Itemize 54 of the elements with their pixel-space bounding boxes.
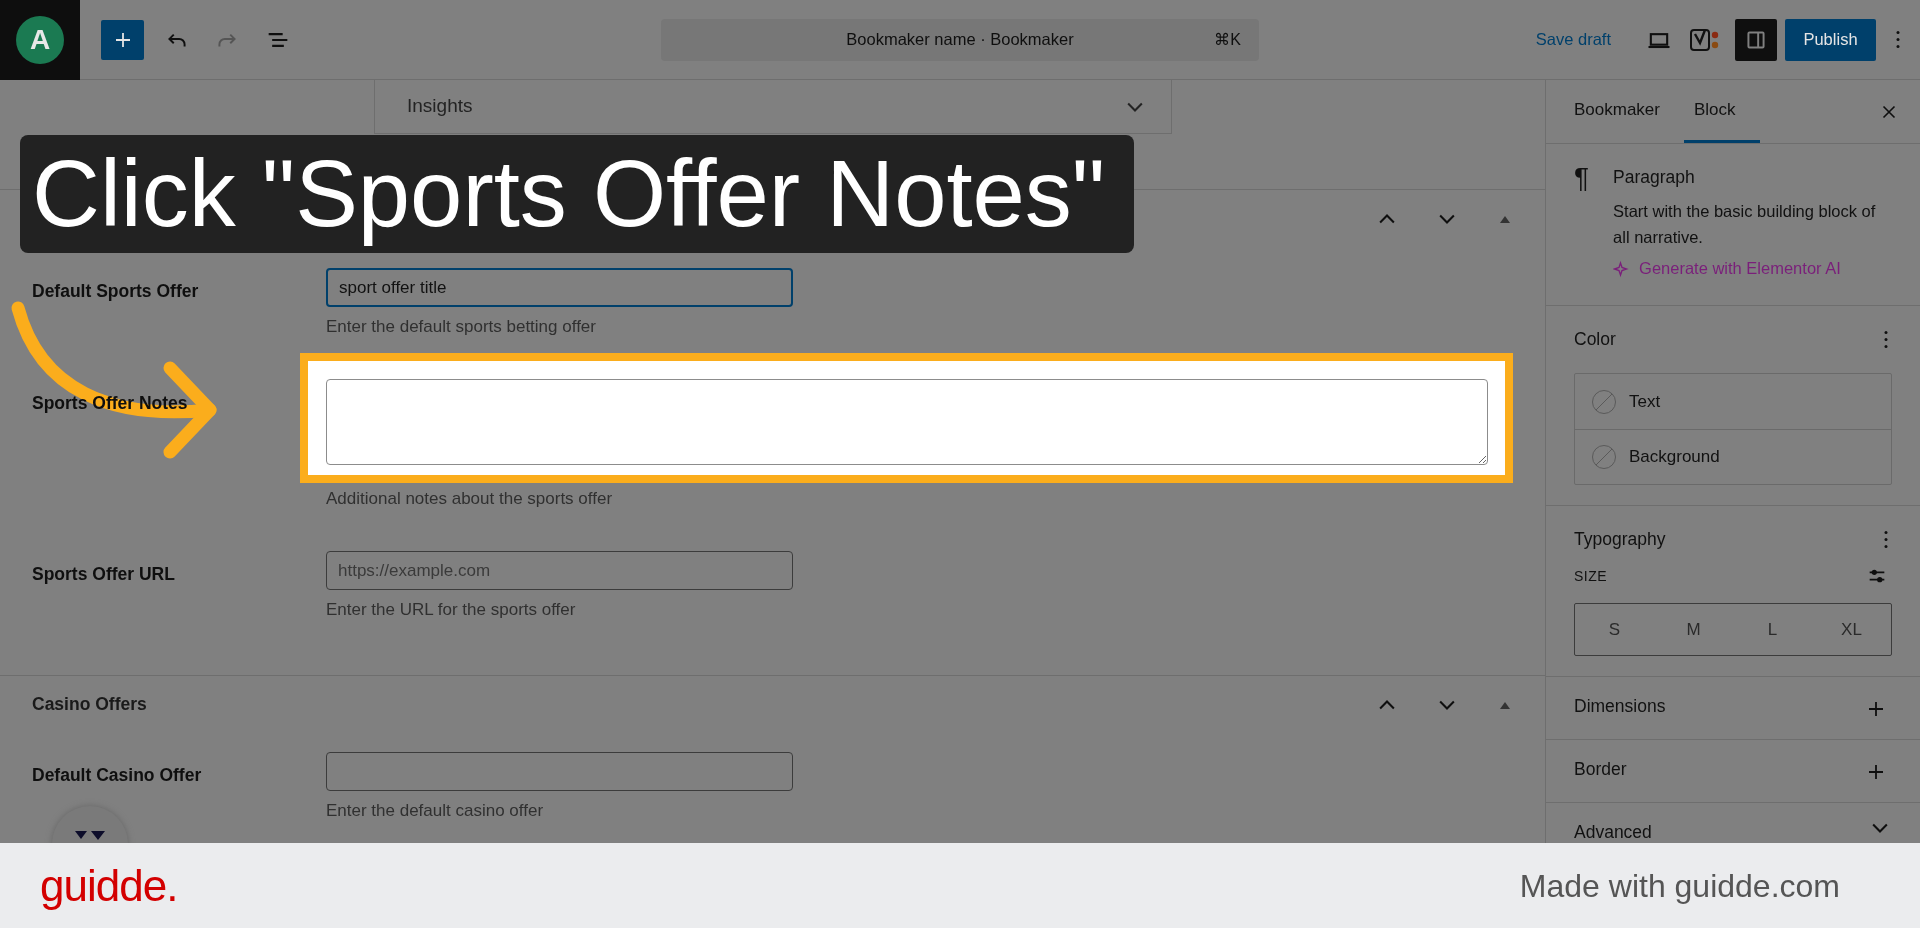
chevron-down-icon [1872, 823, 1888, 833]
help-text: Enter the URL for the sports offer [326, 599, 577, 621]
sidebar-tab[interactable]: Block [1684, 80, 1760, 143]
insights-panel[interactable]: Insights [374, 80, 1172, 134]
settings-toggle-button[interactable] [1735, 18, 1777, 61]
instruction-caption: Click "Sports Offer Notes" [20, 135, 1134, 253]
size-option[interactable]: XL [1812, 604, 1891, 655]
size-option[interactable]: L [1733, 604, 1812, 655]
field-label: Sports Offer URL [32, 563, 175, 586]
panel-title: Typography [1574, 528, 1666, 552]
triangle-up-icon [1499, 214, 1511, 224]
panel-title: Dimensions [1574, 695, 1666, 718]
ai-generate-link[interactable]: Generate with Elementor AI [1613, 256, 1841, 281]
no-color-icon [1591, 388, 1617, 415]
color-option[interactable]: Text [1575, 374, 1891, 429]
block-name: Paragraph [1613, 166, 1696, 189]
panel-title: Advanced [1574, 821, 1652, 843]
help-text: Additional notes about the sports offer [326, 487, 614, 510]
block-description: Start with the basic building block of all narrative. [1613, 201, 1877, 249]
chevron-down-icon [1439, 214, 1455, 224]
size-label: SIZE [1574, 566, 1608, 586]
command-bar[interactable]: Bookmaker name · Bookmaker ⌘K [661, 18, 1259, 61]
add-block-button[interactable] [101, 19, 144, 60]
publish-button[interactable]: Publish [1785, 18, 1876, 61]
color-option[interactable]: Background [1575, 429, 1891, 484]
pilcrow-icon: ¶ [1574, 164, 1590, 192]
panel-title: Insights [407, 94, 473, 119]
chevron-up-icon [1379, 214, 1395, 224]
no-color-icon [1591, 444, 1617, 470]
size-option[interactable]: M [1654, 604, 1733, 655]
field-label: Default Sports Offer [32, 280, 199, 303]
save-draft-button[interactable]: Save draft [1529, 26, 1617, 53]
section-title: Casino Offers [32, 693, 147, 717]
chevron-down-icon [1439, 699, 1455, 710]
notes-textarea[interactable] [326, 378, 1488, 465]
sidebar-tab[interactable]: Bookmaker [1564, 80, 1684, 143]
site-logo[interactable]: A [16, 15, 64, 64]
more-vertical-icon [1884, 530, 1888, 549]
guidde-logo: guidde. [40, 859, 178, 912]
more-vertical-icon [1896, 30, 1900, 49]
input-field[interactable]: sport offer title [326, 268, 793, 307]
input-field[interactable] [326, 751, 793, 791]
input-field[interactable]: https://example.com [326, 551, 793, 590]
credit-text: Made with guidde.com [1519, 866, 1840, 906]
size-option[interactable]: S [1575, 604, 1654, 655]
chevron-up-icon [1379, 699, 1395, 710]
panel-title: Border [1574, 758, 1627, 781]
more-vertical-icon [1884, 330, 1888, 349]
field-label: Default Casino Offer [32, 763, 202, 787]
help-text: Enter the default sports betting offer [326, 316, 597, 338]
panel-title: Color [1574, 328, 1616, 352]
shortcut-label: ⌘K [1214, 29, 1241, 50]
help-text: Enter the default casino offer [326, 799, 545, 822]
chevron-down-icon [1127, 101, 1143, 112]
